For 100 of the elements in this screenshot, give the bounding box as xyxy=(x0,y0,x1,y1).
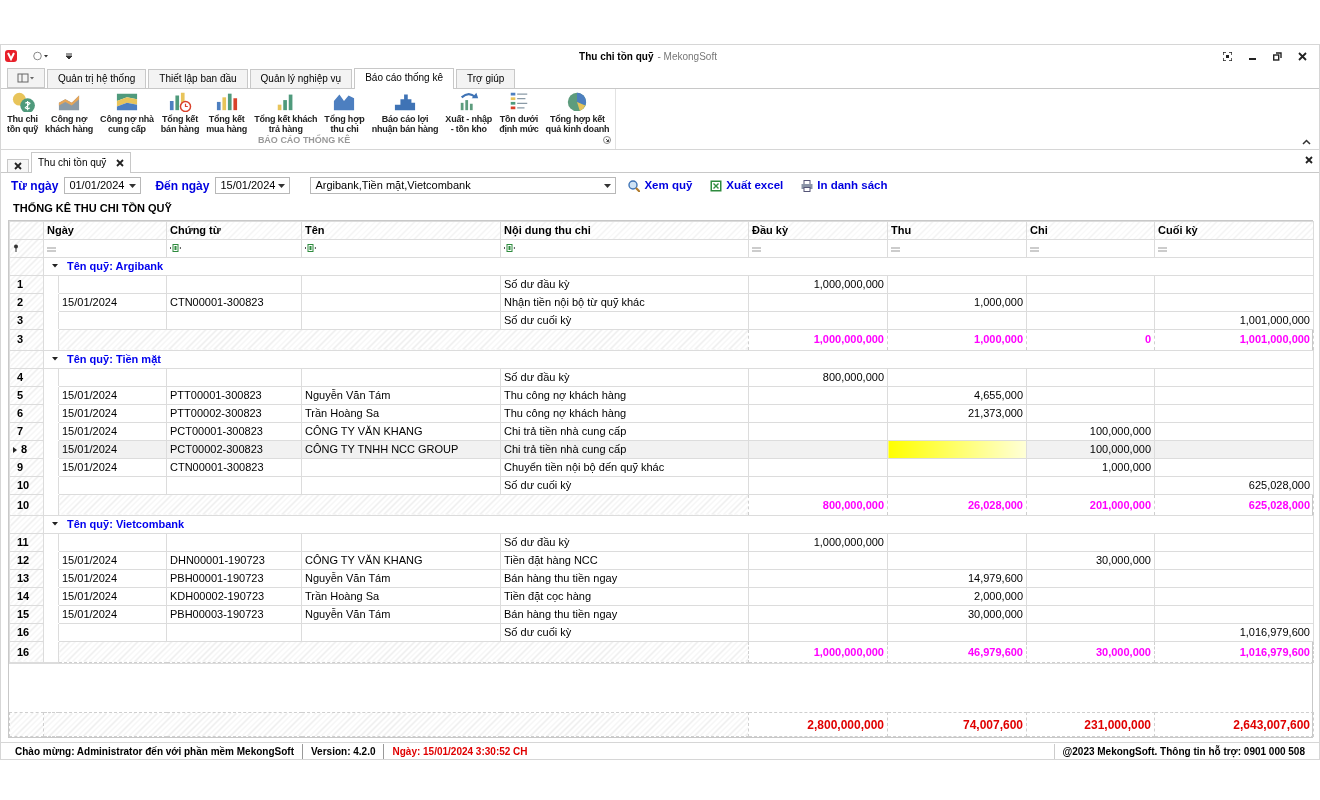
toolbar-button[interactable]: In danh sách xyxy=(795,176,894,195)
row-number: 1 xyxy=(16,276,24,292)
circle-dropdown-icon[interactable] xyxy=(33,51,49,61)
combo-value: 15/01/2024 xyxy=(220,178,276,194)
column-header[interactable]: Tên xyxy=(301,221,501,239)
ribbon-tab[interactable]: Quản trị hệ thống xyxy=(47,69,147,88)
column-header[interactable]: Chứng từ xyxy=(166,221,302,239)
text-filter-icon[interactable] xyxy=(305,243,317,252)
dialog-launcher-icon[interactable] xyxy=(603,136,612,144)
dropdown-icon[interactable] xyxy=(129,183,137,188)
row-number: 2 xyxy=(16,294,24,310)
summary-cell: 46,979,600 xyxy=(887,641,1027,663)
row-number: 13 xyxy=(16,571,30,586)
ribbon-button[interactable]: Tổng hợp kết quả kinh doanh xyxy=(543,89,612,134)
table-cell: PBH00001-190723 xyxy=(166,569,302,588)
date-picker[interactable]: 15/01/2024 xyxy=(215,177,291,194)
table-cell: 15/01/2024 xyxy=(58,293,167,311)
table-cell: Tiền đặt cọc hàng xyxy=(500,587,749,606)
close-all-icon[interactable] xyxy=(14,162,22,170)
restore-icon[interactable] xyxy=(1273,51,1282,61)
row-number: 16 xyxy=(16,625,30,640)
table-cell: Số dư đầu kỳ xyxy=(500,533,749,552)
row-number: 4 xyxy=(16,369,24,385)
table-cell: 14,979,600 xyxy=(887,569,1027,588)
table-cell: Số dư cuối kỳ xyxy=(500,623,749,642)
group-header: Tên quỹ: Vietcombank xyxy=(67,516,185,532)
column-header[interactable]: Chi xyxy=(1026,221,1155,239)
fullscreen-icon[interactable] xyxy=(1223,51,1232,61)
ribbon-button[interactable]: Công nợ khách hàng xyxy=(43,89,96,134)
table-cell: 1,000,000 xyxy=(1026,458,1155,477)
column-header[interactable]: Đầu kỳ xyxy=(748,221,888,239)
column-header[interactable]: Thu xyxy=(887,221,1027,239)
table-cell: Chi trả tiền nhà cung cấp xyxy=(500,440,749,459)
ribbon-button[interactable]: Tổng kết mua hàng xyxy=(204,89,250,134)
window-title: Thu chi tồn quỹ xyxy=(579,49,654,64)
summary-cell: 30,000,000 xyxy=(1026,641,1155,663)
row-number: 16 xyxy=(16,645,30,658)
collapse-caret-icon[interactable] xyxy=(51,354,59,363)
column-header[interactable]: Ngày xyxy=(43,221,167,239)
ribbon-button[interactable]: Thu chi tồn quỹ xyxy=(5,89,41,134)
group-header: Tên quỹ: Tiền mặt xyxy=(67,351,161,367)
table-cell: 1,001,000,000 xyxy=(1154,311,1314,329)
row-number: 3 xyxy=(16,312,24,328)
table-cell: 1,000,000,000 xyxy=(748,533,888,552)
row-number: 15 xyxy=(16,607,30,622)
row-number: 12 xyxy=(16,553,30,568)
table-cell: 15/01/2024 xyxy=(58,422,167,440)
table-cell: PBH00003-190723 xyxy=(166,605,302,624)
ribbon-button[interactable]: Xuất - nhập - tồn kho xyxy=(443,89,495,134)
ribbon-button[interactable]: Tổng kết khách trả hàng xyxy=(252,89,320,134)
filter-pin-icon[interactable] xyxy=(13,243,19,252)
column-header[interactable]: Nội dung thu chi xyxy=(500,221,749,239)
table-cell: 15/01/2024 xyxy=(58,587,167,606)
toolbar-button[interactable]: Xem quỹ xyxy=(622,176,699,195)
table-cell: CÔNG TY VĂN KHANG xyxy=(301,551,501,570)
ribbon-button[interactable]: Tổng hợp thu chi xyxy=(322,89,367,134)
table-cell: Nguyễn Văn Tám xyxy=(301,605,501,624)
status-text: Version: 4.2.0 xyxy=(302,743,384,759)
document-tab[interactable]: Thu chi tồn quỹ xyxy=(31,152,132,173)
dropdown-icon[interactable] xyxy=(278,183,286,188)
table-cell: CTN00001-300823 xyxy=(166,293,302,311)
ribbon-tab[interactable]: Báo cáo thống kê xyxy=(354,68,455,89)
table-cell: PCT00001-300823 xyxy=(166,422,302,440)
fund-select[interactable]: Argibank,Tiền mặt,Vietcombank xyxy=(310,177,617,194)
table-cell: KDH00002-190723 xyxy=(166,587,302,606)
ribbon-button[interactable]: Báo cáo lợi nhuận bán hàng xyxy=(369,89,441,134)
column-header[interactable]: Cuối kỳ xyxy=(1154,221,1314,239)
total-cell: 2,643,007,600 xyxy=(1154,712,1314,737)
table-cell: 15/01/2024 xyxy=(58,551,167,570)
ribbon-button[interactable]: Tổng kết bán hàng xyxy=(158,89,202,134)
table-cell: 625,028,000 xyxy=(1154,476,1314,495)
close-icon[interactable] xyxy=(1305,155,1313,164)
row-number: 6 xyxy=(16,405,24,421)
ribbon-button[interactable]: Công nợ nhà cung cấp xyxy=(98,89,156,134)
text-filter-icon[interactable] xyxy=(504,243,516,252)
ribbon-button[interactable]: Tồn dưới định mức xyxy=(497,89,541,134)
text-filter-icon[interactable] xyxy=(170,243,182,252)
collapse-caret-icon[interactable] xyxy=(51,261,59,270)
document-tab-label[interactable]: Thu chi tồn quỹ xyxy=(38,155,107,170)
row-number: 5 xyxy=(16,387,24,403)
table-cell: Bán hàng thu tiền ngay xyxy=(500,569,749,588)
table-cell: Chi trả tiền nhà cung cấp xyxy=(500,422,749,440)
close-icon[interactable] xyxy=(116,158,125,167)
table-cell: CÔNG TY VĂN KHANG xyxy=(301,422,501,440)
ribbon-group-label: BÁO CÁO THỐNG KÊ xyxy=(256,135,352,145)
dropdown-icon[interactable] xyxy=(604,183,612,188)
row-number: 9 xyxy=(16,460,24,475)
ribbon-tab[interactable]: Trợ giúp xyxy=(456,69,516,88)
collapse-ribbon-icon[interactable] xyxy=(1302,139,1311,145)
table-cell: 1,000,000,000 xyxy=(748,275,888,293)
table-cell: 21,373,000 xyxy=(887,404,1027,422)
close-icon[interactable] xyxy=(1298,51,1307,61)
quick-access-menu-icon[interactable] xyxy=(65,52,73,60)
toolbar-button[interactable]: Xuất excel xyxy=(704,176,790,195)
app-logo-icon xyxy=(5,50,17,62)
table-cell: 15/01/2024 xyxy=(58,605,167,624)
ribbon-tab[interactable]: Thiết lập ban đầu xyxy=(148,69,248,88)
ribbon-tab[interactable]: Quản lý nghiệp vụ xyxy=(249,69,353,88)
date-picker[interactable]: 01/01/2024 xyxy=(64,177,142,194)
table-cell: Số dư cuối kỳ xyxy=(500,311,749,329)
